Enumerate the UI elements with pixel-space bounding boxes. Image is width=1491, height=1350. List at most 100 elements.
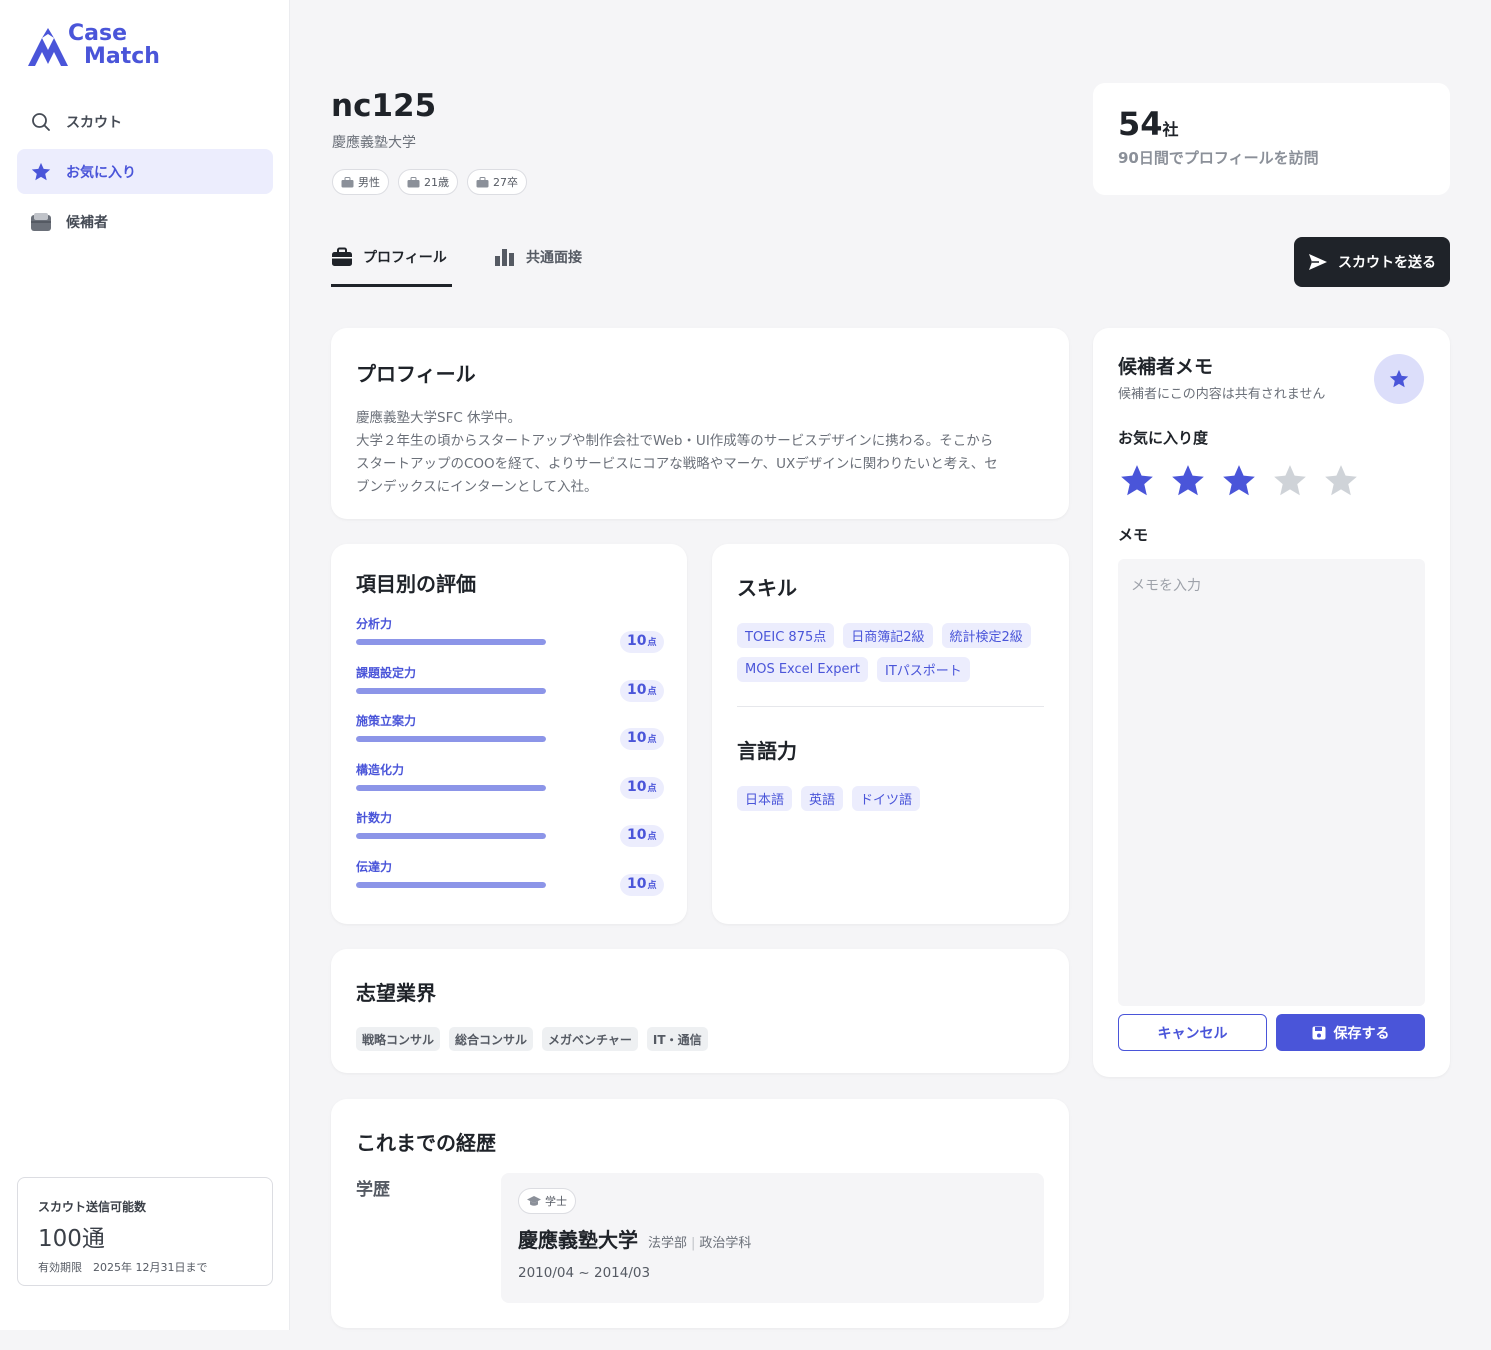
degree-label: 学士 [545, 1195, 567, 1208]
evaluation-card: 項目別の評価 分析力 10 点 課題設定力 10 点 施策立案力 10 点 構造化力 … [331, 544, 687, 924]
evaluation-label: 課題設定力 [356, 665, 417, 680]
evaluation-score-unit: 点 [647, 686, 657, 697]
languages-list: 日本語 英語 ドイツ語 [737, 786, 1044, 811]
career-card: これまでの経歴 学歴 学士 慶應義塾大学 法学部 | 政治学科 2010/04 ~ … [331, 1099, 1069, 1328]
evaluation-score-value: 10 [627, 875, 647, 892]
skills-title: スキル [737, 576, 797, 600]
degree-badge: 学士 [518, 1188, 576, 1214]
language-chip: ドイツ語 [852, 786, 921, 811]
evaluation-bar-fill [356, 881, 546, 888]
evaluation-score: 10 点 [620, 873, 664, 896]
evaluation-bar [356, 639, 546, 645]
tab-profile[interactable]: プロフィール [331, 247, 452, 287]
evaluation-score: 10 点 [620, 825, 664, 848]
favorite-toggle-button[interactable] [1374, 354, 1424, 404]
tab-label: プロフィール [363, 250, 447, 266]
department-name: 政治学科 [699, 1236, 752, 1251]
sidebar: Case Match スカウト お気に入り 候補者 スカウト送信可能数 100通… [0, 0, 290, 1330]
evaluation-row: 分析力 10 点 [356, 615, 664, 664]
evaluation-score-value: 10 [627, 681, 647, 698]
logo-text: Case Match [68, 22, 160, 68]
education-label: 学歴 [356, 1180, 390, 1200]
search-icon [30, 111, 52, 133]
evaluation-bar-fill [356, 784, 546, 791]
credit-expiry: 有効期限 2025年 12月31日まで [38, 1261, 208, 1274]
memo-actions: キャンセル 保存する [1118, 1014, 1425, 1051]
evaluation-row: 施策立案力 10 点 [356, 712, 664, 761]
skills-card: スキル TOEIC 875点 日商簿記2級 統計検定2級 MOS Excel E… [712, 544, 1069, 924]
memo-textarea[interactable] [1118, 559, 1425, 1006]
star-icon [1389, 369, 1409, 388]
career-title: これまでの経歴 [356, 1131, 496, 1155]
rating-star-5[interactable] [1322, 462, 1360, 504]
evaluation-label: 計数力 [356, 811, 393, 826]
favorite-rating [1118, 462, 1425, 504]
bar-chart-icon [495, 249, 514, 266]
visit-count: 54社 [1118, 105, 1425, 143]
evaluation-score: 10 点 [620, 631, 664, 653]
star-icon [1121, 465, 1153, 496]
rating-star-4[interactable] [1271, 462, 1309, 504]
skill-chip: 統計検定2級 [941, 623, 1031, 648]
tag-label: 21歳 [424, 176, 449, 189]
save-label: 保存する [1333, 1025, 1390, 1042]
evaluation-bar-fill [356, 639, 546, 645]
evaluation-score-unit: 点 [647, 735, 657, 746]
cancel-button[interactable]: キャンセル [1118, 1014, 1267, 1051]
industries-title: 志望業界 [356, 981, 436, 1005]
industry-chip: メガベンチャー [542, 1027, 638, 1051]
rating-star-3[interactable] [1220, 462, 1258, 504]
send-icon [1309, 254, 1327, 270]
evaluation-label: 伝達力 [356, 859, 393, 874]
tag-label: 27卒 [493, 176, 518, 189]
sidebar-item-candidates[interactable]: 候補者 [17, 199, 273, 244]
tag-graduation: 27卒 [467, 169, 527, 195]
evaluation-score: 10 点 [620, 728, 664, 751]
evaluation-list: 分析力 10 点 課題設定力 10 点 施策立案力 10 点 構造化力 10 点 計数力… [356, 615, 664, 907]
evaluation-score-value: 10 [627, 730, 647, 747]
favorite-rating-label: お気に入り度 [1118, 429, 1209, 447]
visit-stats-card: 54社 90日間でプロフィールを訪問 [1093, 83, 1450, 195]
evaluation-bar [356, 784, 546, 791]
send-scout-button[interactable]: スカウトを送る [1294, 237, 1450, 287]
evaluation-label: 分析力 [356, 617, 393, 631]
education-entry: 学士 慶應義塾大学 法学部 | 政治学科 2010/04 ~ 2014/03 [501, 1173, 1044, 1303]
evaluation-score: 10 点 [620, 776, 664, 799]
evaluation-bar [356, 833, 546, 840]
industry-chip: IT・通信 [646, 1027, 708, 1051]
save-button[interactable]: 保存する [1276, 1014, 1425, 1051]
sidebar-item-favorites[interactable]: お気に入り [17, 149, 273, 194]
logo-line-2: Match [84, 44, 160, 69]
evaluation-bar-fill [356, 833, 546, 840]
sidebar-item-scout[interactable]: スカウト [17, 99, 273, 144]
evaluation-row: 計数力 10 点 [356, 809, 664, 858]
candidate-id: nc125 [331, 88, 437, 124]
separator: | [691, 1236, 696, 1251]
sidebar-item-label: お気に入り [66, 164, 136, 181]
evaluation-bar [356, 687, 546, 694]
save-icon [1312, 1026, 1325, 1039]
tab-common-interview[interactable]: 共通面接 [494, 247, 582, 287]
star-icon [1325, 465, 1357, 496]
evaluation-row: 課題設定力 10 点 [356, 664, 664, 713]
evaluation-score-unit: 点 [647, 880, 657, 891]
education-school-row: 慶應義塾大学 法学部 | 政治学科 [518, 1224, 1027, 1253]
logo[interactable]: Case Match [28, 22, 168, 70]
evaluation-row: 構造化力 10 点 [356, 761, 664, 810]
sidebar-item-label: スカウト [66, 114, 122, 131]
cancel-label: キャンセル [1157, 1025, 1228, 1042]
evaluation-score-unit: 点 [647, 783, 657, 794]
rating-star-2[interactable] [1169, 462, 1207, 504]
evaluation-bar [356, 881, 546, 888]
credit-value: 100通 [38, 1226, 105, 1252]
school-name: 慶應義塾大学 [518, 1228, 638, 1252]
evaluation-bar [356, 736, 546, 743]
skill-chip: ITパスポート [877, 657, 970, 682]
evaluation-score-unit: 点 [647, 832, 657, 843]
skill-chip: TOEIC 875点 [737, 623, 835, 648]
rating-star-1[interactable] [1118, 462, 1156, 504]
briefcase-icon [407, 176, 420, 187]
send-scout-label: スカウトを送る [1338, 255, 1436, 271]
industries-list: 戦略コンサル 総合コンサル メガベンチャー IT・通信 [356, 1027, 1044, 1051]
evaluation-bar-fill [356, 736, 546, 743]
